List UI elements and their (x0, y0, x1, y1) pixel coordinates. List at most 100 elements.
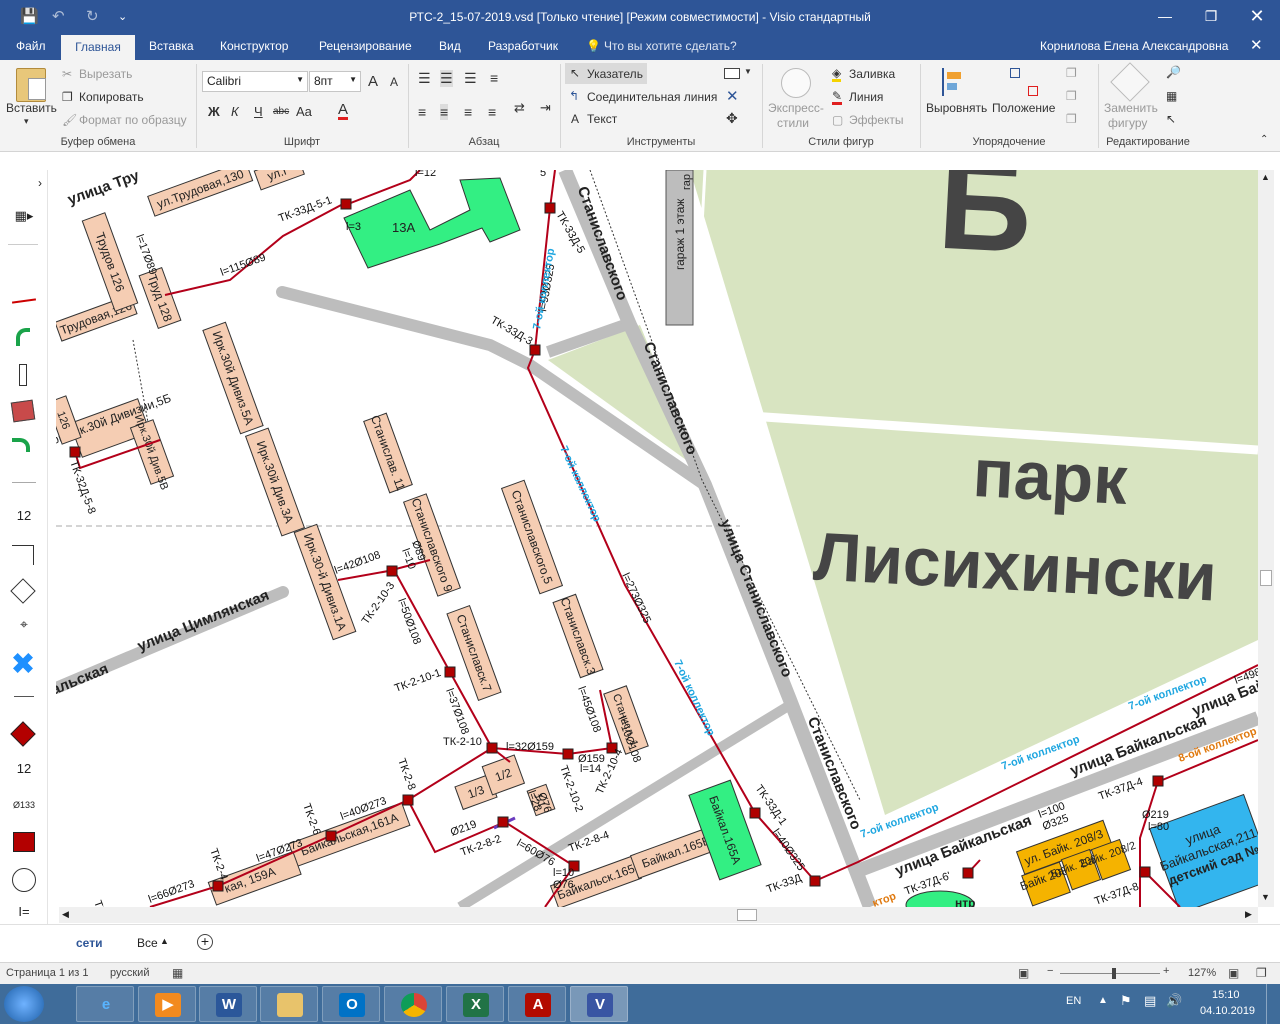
connector-tool-button[interactable]: Соединительная линия (587, 90, 717, 104)
chamber[interactable] (544, 202, 556, 214)
taskbar-visio[interactable]: V (570, 986, 628, 1022)
gray-line-shape-icon[interactable] (12, 482, 36, 483)
green-hook-shape-icon[interactable] (12, 438, 30, 452)
change-shape-button[interactable]: Заменить (1104, 101, 1158, 115)
position-button[interactable]: Положение (992, 101, 1055, 115)
volume-icon[interactable]: 🔊 (1166, 993, 1182, 1009)
chamber[interactable] (529, 344, 541, 356)
dash-shape-icon[interactable] (14, 696, 34, 697)
rectangle-shape-icon[interactable] (19, 364, 27, 386)
cut-button[interactable]: Вырезать (79, 67, 132, 81)
align-right-icon[interactable]: ≡ (464, 104, 472, 120)
align-center-icon[interactable]: ≡ (440, 104, 449, 120)
label-length-shape[interactable]: I= (10, 904, 38, 919)
chamber[interactable] (962, 867, 974, 879)
add-page-icon[interactable]: + (197, 934, 213, 950)
minimize-button[interactable]: — (1142, 0, 1188, 34)
strikethrough-button[interactable]: abc (273, 106, 289, 117)
scroll-left-icon[interactable]: ◀ (62, 909, 69, 920)
chamber[interactable] (212, 880, 224, 892)
taskbar-media[interactable]: ▶ (138, 986, 196, 1022)
horizontal-scrollbar[interactable]: ◀ ▶ (59, 907, 1258, 923)
layers-icon[interactable]: ▦ (1166, 89, 1177, 103)
restore-button[interactable]: ❐ (1188, 0, 1234, 34)
chevron-up-icon[interactable]: ▲ (160, 936, 169, 946)
all-pages-dropdown[interactable]: Все (137, 936, 158, 950)
grow-font-button[interactable]: A (368, 73, 378, 90)
chamber[interactable] (809, 875, 821, 887)
chamber[interactable] (325, 830, 337, 842)
font-color-button[interactable]: A (338, 102, 349, 120)
step-shape-icon[interactable] (12, 545, 34, 565)
green-arc-shape-icon[interactable] (16, 328, 30, 346)
bring-forward-icon[interactable]: ❐ (1066, 66, 1077, 80)
taskbar-acrobat[interactable]: A (508, 986, 566, 1022)
taskbar-explorer[interactable] (260, 986, 318, 1022)
bridge-shape-icon[interactable]: ⌖ (10, 616, 38, 633)
horizontal-scroll-thumb[interactable] (737, 909, 757, 921)
present-mode-icon[interactable]: ▣ (1018, 966, 1029, 980)
zoom-out-icon[interactable]: − (1047, 965, 1053, 977)
underline-button[interactable]: Ч (254, 104, 263, 119)
tab-home[interactable]: Главная (61, 35, 135, 60)
send-backward-icon[interactable]: ❐ (1066, 89, 1077, 103)
expand-panel-icon[interactable]: › (26, 176, 54, 190)
page-indicator[interactable]: Страница 1 из 1 (6, 967, 88, 979)
text-tool-button[interactable]: Текст (587, 112, 617, 126)
page-tab-seti[interactable]: сети (76, 936, 102, 950)
tab-design[interactable]: Конструктор (220, 39, 288, 53)
chamber[interactable] (444, 666, 456, 678)
vertical-scrollbar[interactable]: ▲ ▼ (1258, 170, 1274, 907)
font-family-select[interactable]: Calibri ▼ (202, 71, 308, 92)
scroll-up-icon[interactable]: ▲ (1261, 172, 1270, 182)
tab-insert[interactable]: Вставка (149, 39, 194, 53)
fit-page-icon[interactable]: ▣ (1228, 966, 1239, 980)
change-case-button[interactable]: Aa (296, 104, 312, 119)
select-icon[interactable]: ↖ (1166, 112, 1176, 126)
network-icon[interactable]: ▤ (1144, 993, 1156, 1009)
tell-me-search[interactable]: Что вы хотите сделать? (604, 39, 737, 53)
label-12-shape-b[interactable]: 12 (10, 761, 38, 776)
taskbar-excel[interactable]: X (446, 986, 504, 1022)
italic-button[interactable]: К (231, 104, 239, 119)
align-icon[interactable] (942, 68, 964, 96)
scroll-right-icon[interactable]: ▶ (1245, 909, 1252, 920)
zoom-slider-thumb[interactable] (1112, 968, 1116, 979)
vertical-scroll-thumb[interactable] (1260, 570, 1272, 586)
tab-review[interactable]: Рецензирование (319, 39, 412, 53)
zoom-slider[interactable] (1060, 973, 1160, 974)
chamber[interactable] (486, 742, 498, 754)
taskbar-outlook[interactable]: O (322, 986, 380, 1022)
chamber[interactable] (562, 748, 574, 760)
align-button[interactable]: Выровнять (926, 101, 987, 115)
stencil-menu-icon[interactable]: ▦▸ (10, 208, 38, 224)
align-middle-icon[interactable]: ☰ (440, 70, 453, 87)
bullets-icon[interactable]: ≡ (490, 70, 498, 86)
tab-developer[interactable]: Разработчик (488, 39, 558, 53)
format-painter-button[interactable]: Формат по образцу (79, 113, 187, 127)
text-block-icon[interactable]: ✥ (726, 110, 738, 127)
collapse-ribbon-icon[interactable]: ⌃ (1260, 134, 1268, 145)
rectangle-tool-icon[interactable] (724, 68, 740, 79)
label-12-shape[interactable]: 12 (10, 508, 38, 523)
chamber[interactable] (402, 794, 414, 806)
quick-styles-button[interactable]: Экспресс- (768, 101, 824, 115)
chamber[interactable] (497, 816, 509, 828)
macro-icon[interactable]: ▦ (172, 966, 183, 980)
chamber[interactable] (1152, 775, 1164, 787)
network-map[interactable]: парк Лисихински Б гараж 1 этаж гар Стани… (56, 170, 1258, 907)
line-button[interactable]: Линия (849, 90, 883, 104)
tab-view[interactable]: Вид (439, 39, 461, 53)
circle-shape-icon[interactable] (12, 868, 36, 892)
align-bottom-icon[interactable]: ☰ (464, 70, 477, 87)
paste-button[interactable]: Вставить (6, 101, 57, 115)
chevron-down-icon[interactable]: ▼ (744, 67, 752, 76)
label-diameter-shape[interactable]: Ø133 (10, 800, 38, 810)
group-icon[interactable]: ❐ (1066, 112, 1077, 126)
text-direction-icon[interactable]: ⇄ (514, 100, 525, 116)
chamber[interactable] (69, 446, 81, 458)
taskbar-chrome[interactable] (384, 986, 442, 1022)
close-doc-icon[interactable]: ✕ (1250, 36, 1263, 54)
align-top-icon[interactable]: ☰ (418, 70, 431, 87)
align-left-icon[interactable]: ≡ (418, 104, 426, 120)
